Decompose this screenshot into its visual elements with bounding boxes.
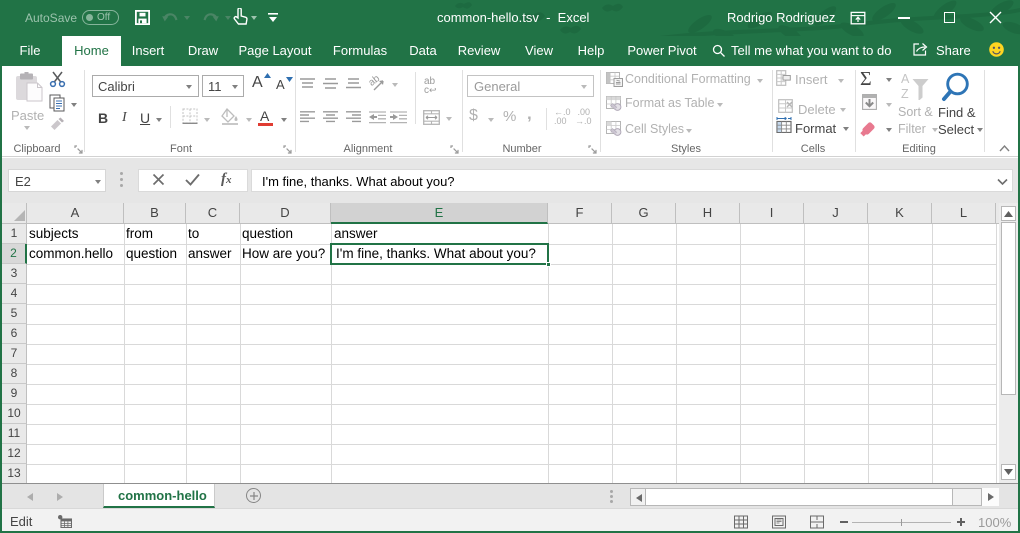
- svg-text:A: A: [901, 72, 910, 86]
- svg-text:Z: Z: [901, 87, 909, 100]
